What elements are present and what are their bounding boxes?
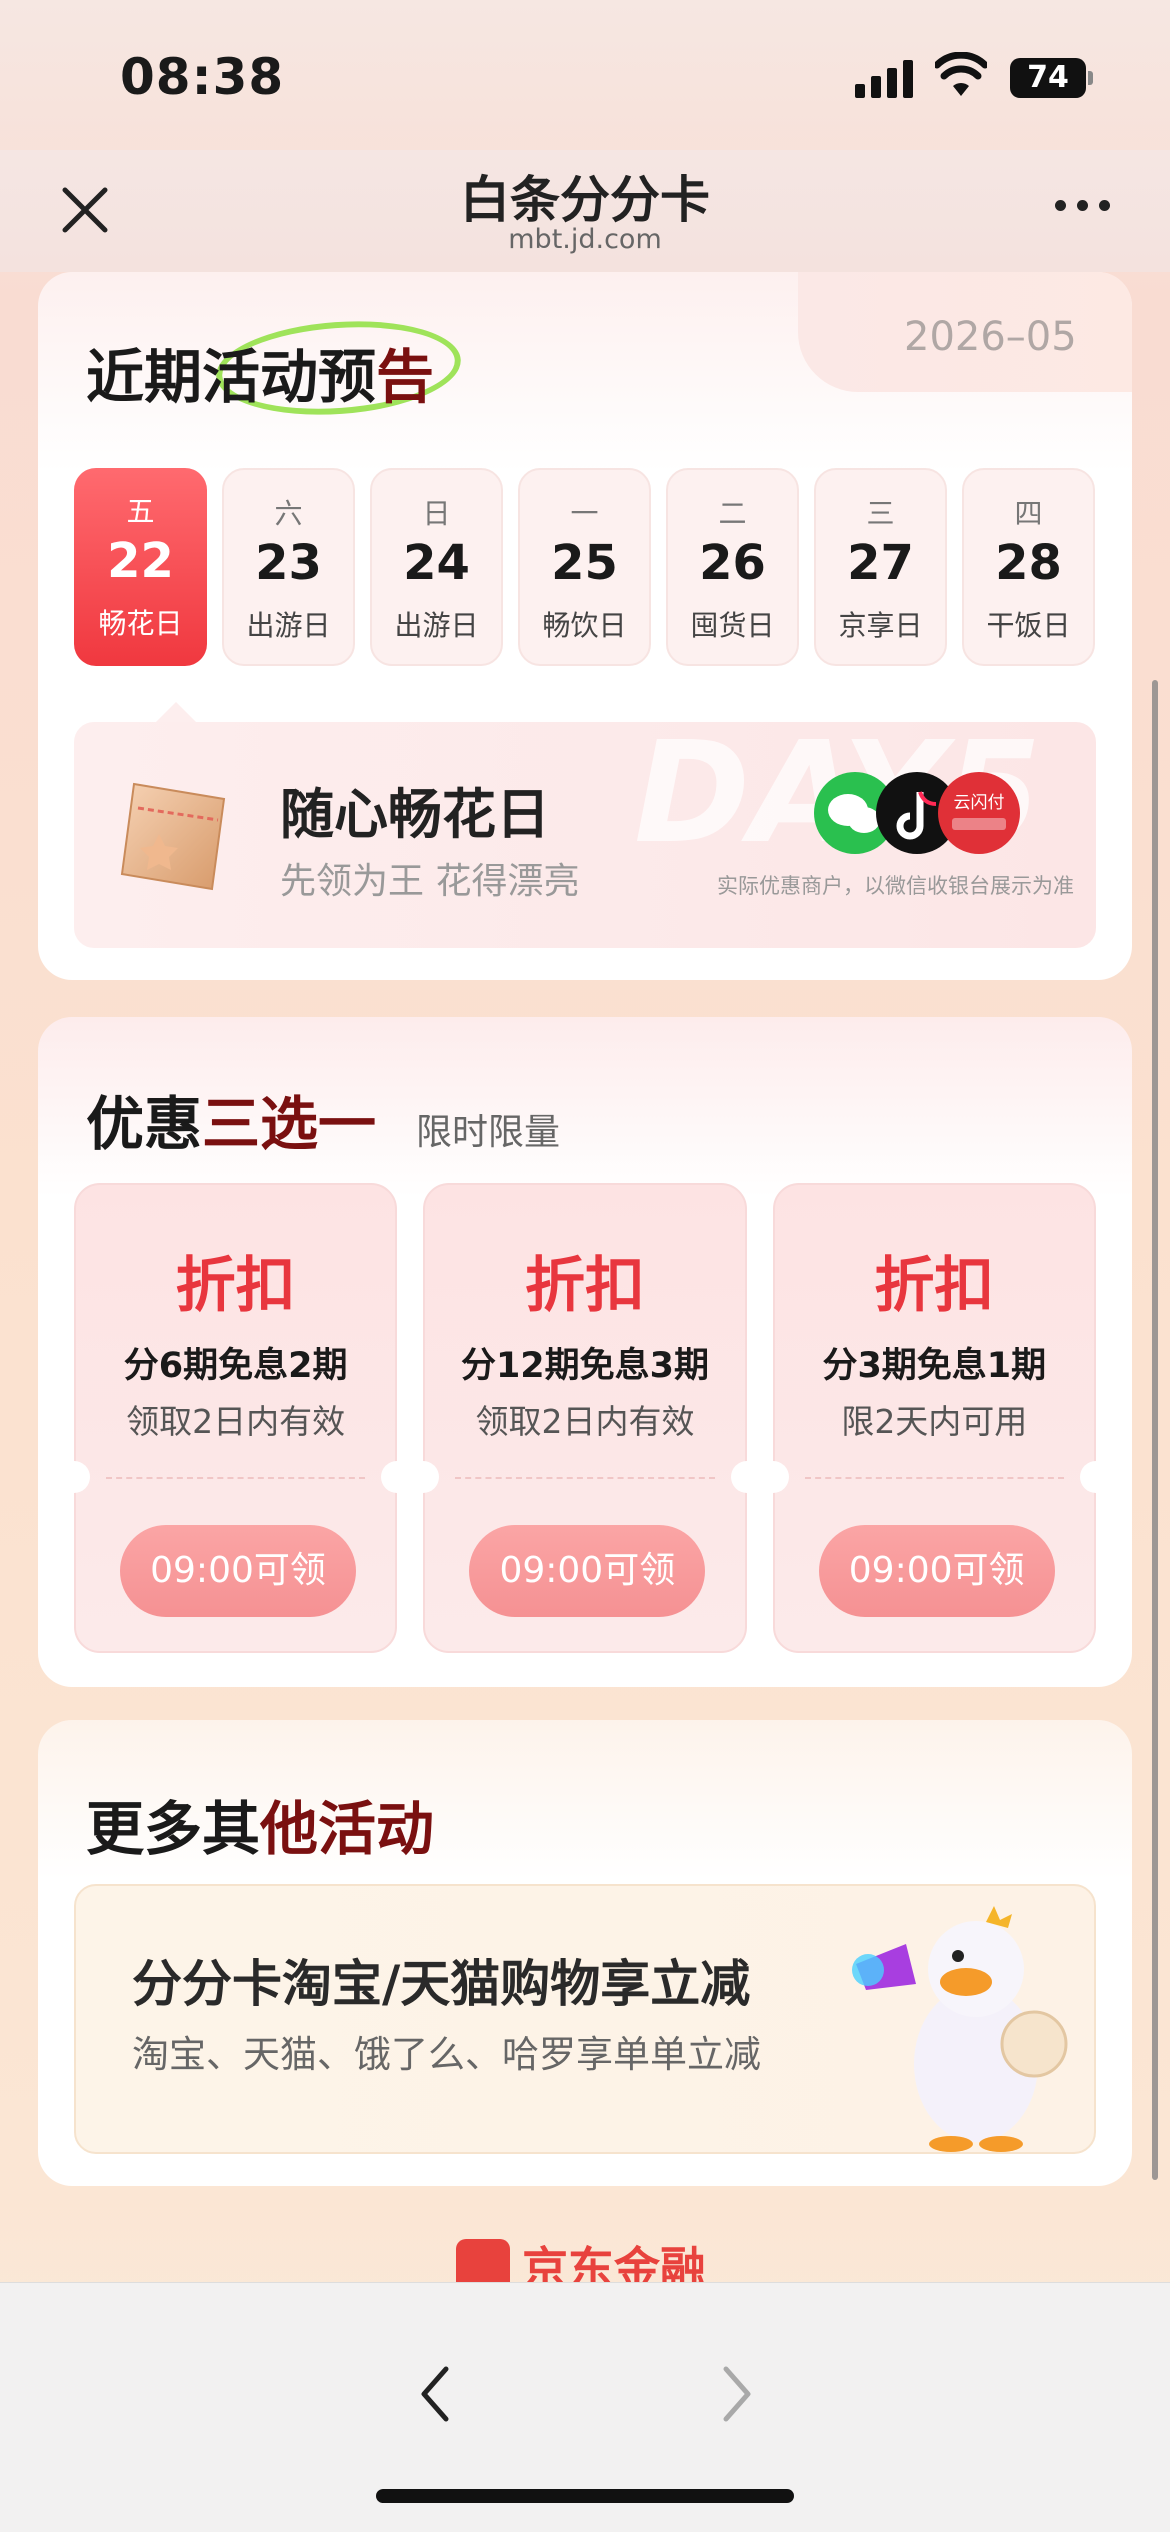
coupon-card: 折扣 分6期免息2期 领取2日内有效 09:00可领: [58, 1183, 414, 1653]
unionpay-icon: 云闪付: [938, 772, 1020, 854]
day-tab-25[interactable]: 一 25 畅饮日: [518, 468, 651, 666]
merchant-icons: 云闪付: [814, 772, 1054, 862]
offers-card: 优惠三选一 限时限量 折扣 分6期免息2期 领取2日内有效 09:00可领 折扣…: [38, 1017, 1132, 1687]
cellular-signal-icon: [855, 58, 915, 98]
duck-mascot-icon: [852, 1906, 1068, 2152]
day-tab-27[interactable]: 三 27 京享日: [814, 468, 947, 666]
status-bar: 08:38 74: [0, 0, 1170, 150]
svg-text:云闪付: 云闪付: [954, 793, 1005, 813]
featured-activity-title: 随心畅花日: [280, 783, 550, 846]
section-title-offers: 优惠三选一: [86, 1090, 377, 1158]
battery-level: 74: [1010, 58, 1086, 98]
back-arrow-icon[interactable]: [410, 2359, 460, 2429]
day-tab-23[interactable]: 六 23 出游日: [222, 468, 355, 666]
forward-arrow-icon[interactable]: [712, 2359, 762, 2429]
featured-activity-subtitle: 先领为王 花得漂亮: [280, 861, 580, 902]
promo-subtitle: 淘宝、天猫、饿了么、哈罗享单单立减: [132, 2033, 761, 2076]
coupon-card: 折扣 分3期免息1期 限2天内可用 09:00可领: [756, 1183, 1112, 1653]
featured-activity-banner[interactable]: DAY5 随心畅花日 先领为王 花得漂亮 云闪付 实际优惠商户，以微信收: [74, 722, 1096, 948]
more-options-icon[interactable]: [1055, 200, 1115, 220]
day-tab-24[interactable]: 日 24 出游日: [370, 468, 503, 666]
page-title: 白条分分卡: [460, 171, 710, 229]
browser-toolbar: [0, 2282, 1170, 2532]
page-url: mbt.jd.com: [508, 224, 662, 255]
coupon-ticket-icon: [120, 782, 226, 891]
navigation-bar: 白条分分卡 mbt.jd.com: [0, 150, 1170, 272]
month-label: 2026–05: [904, 314, 1077, 360]
merchant-note: 实际优惠商户，以微信收银台展示为准: [717, 874, 1074, 898]
section-title-upcoming: 近期活动预告: [86, 343, 435, 411]
more-activities-card: 更多其他活动 分分卡淘宝/天猫购物享立减 淘宝、天猫、饿了么、哈罗享单单立减: [38, 1720, 1132, 2186]
status-time: 08:38: [120, 48, 285, 106]
claim-button[interactable]: 09:00可领: [120, 1525, 356, 1617]
home-indicator[interactable]: [376, 2489, 794, 2503]
scrollbar[interactable]: [1152, 680, 1158, 2180]
day-tab-22[interactable]: 五 22 畅花日: [74, 468, 207, 666]
coupon-list: 折扣 分6期免息2期 领取2日内有效 09:00可领 折扣 分12期免息3期 领…: [58, 1183, 1112, 1653]
promo-title: 分分卡淘宝/天猫购物享立减: [132, 1955, 751, 2013]
battery-icon: 74: [1010, 58, 1093, 98]
claim-button[interactable]: 09:00可领: [818, 1525, 1055, 1617]
wifi-icon: [935, 52, 987, 96]
promo-banner-taobao[interactable]: 分分卡淘宝/天猫购物享立减 淘宝、天猫、饿了么、哈罗享单单立减: [74, 1884, 1096, 2154]
section-title-more: 更多其他活动: [86, 1795, 435, 1863]
day-tab-26[interactable]: 二 26 囤货日: [666, 468, 799, 666]
claim-button[interactable]: 09:00可领: [469, 1525, 706, 1617]
day-pointer: [154, 702, 198, 724]
day-tab-28[interactable]: 四 28 干饭日: [962, 468, 1095, 666]
offers-subtitle: 限时限量: [416, 1112, 561, 1153]
upcoming-activities-card: 2026–05 近期活动预告 五 22 畅花日 六 23 出游日 日 24 出游…: [38, 272, 1132, 980]
coupon-card: 折扣 分12期免息3期 领取2日内有效 09:00可领: [407, 1183, 763, 1653]
day-selector: 五 22 畅花日 六 23 出游日 日 24 出游日 一 25 畅饮日 二 26…: [74, 468, 1096, 668]
